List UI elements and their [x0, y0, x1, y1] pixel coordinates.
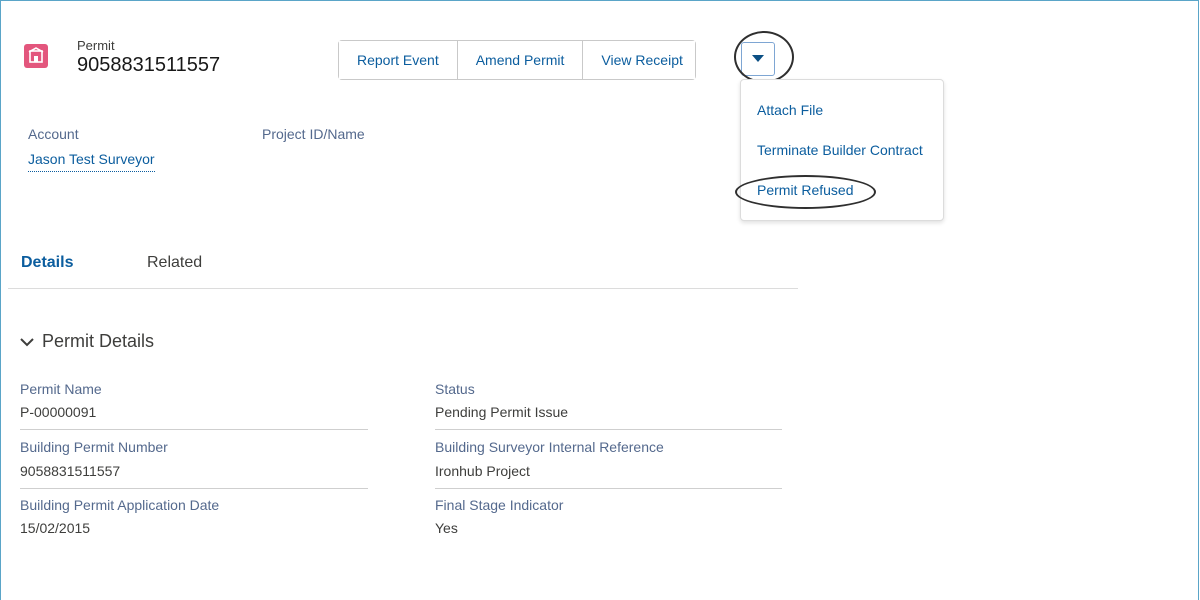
field-value-internal-reference: Ironhub Project [435, 463, 530, 479]
tab-divider [8, 288, 798, 289]
field-value-final-stage-indicator: Yes [435, 520, 458, 536]
tab-details[interactable]: Details [21, 254, 73, 272]
field-value-status: Pending Permit Issue [435, 404, 569, 420]
field-label-status: Status [435, 381, 475, 397]
record-title: 9058831511557 [77, 54, 221, 76]
field-value-permit-name: P-00000091 [20, 404, 97, 420]
section-permit-details[interactable]: Permit Details [20, 331, 154, 352]
field-divider [20, 429, 368, 430]
field-label-application-date: Building Permit Application Date [20, 497, 220, 513]
field-label-internal-reference: Building Surveyor Internal Reference [435, 439, 664, 455]
field-divider [435, 429, 782, 430]
tab-related[interactable]: Related [147, 254, 202, 272]
report-event-button[interactable]: Report Event [339, 41, 458, 79]
field-value-application-date: 15/02/2015 [20, 520, 91, 536]
more-actions-button[interactable] [741, 42, 775, 76]
object-type-label: Permit [77, 38, 115, 53]
project-label: Project ID/Name [262, 126, 365, 142]
action-button-group: Report Event Amend Permit View Receipt [338, 40, 696, 80]
field-label-final-stage-indicator: Final Stage Indicator [435, 497, 564, 513]
view-receipt-button[interactable]: View Receipt [583, 41, 695, 79]
field-divider [435, 488, 782, 489]
field-value-building-permit-number: 9058831511557 [20, 463, 121, 479]
amend-permit-button[interactable]: Amend Permit [457, 41, 584, 79]
menu-item-permit-refused[interactable]: Permit Refused [757, 182, 853, 198]
field-divider [20, 488, 368, 489]
field-label-permit-name: Permit Name [20, 381, 102, 397]
field-label-building-permit-number: Building Permit Number [20, 439, 168, 455]
caret-down-icon [752, 55, 764, 62]
account-label: Account [28, 126, 79, 142]
menu-item-terminate-builder-contract[interactable]: Terminate Builder Contract [757, 142, 923, 158]
home-icon [24, 44, 48, 68]
account-link[interactable]: Jason Test Surveyor [28, 151, 155, 172]
more-actions-menu: Attach File Terminate Builder Contract P… [740, 79, 944, 221]
menu-item-attach-file[interactable]: Attach File [757, 102, 823, 118]
section-title: Permit Details [42, 331, 155, 351]
chevron-down-icon [20, 337, 34, 346]
